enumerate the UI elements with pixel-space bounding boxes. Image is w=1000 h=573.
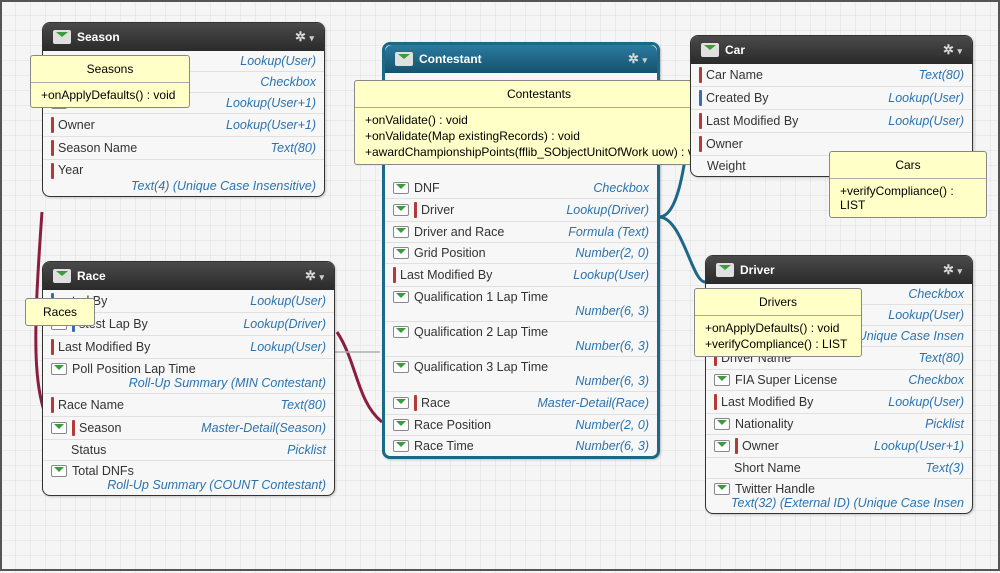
entity-car-title: Car (725, 43, 745, 57)
mail-icon (393, 361, 409, 373)
entity-driver-title: Driver (740, 263, 775, 277)
bar (699, 90, 702, 106)
field-row[interactable]: DNFCheckbox (385, 178, 657, 199)
popup-body: +onValidate() : void +onValidate(Map exi… (355, 108, 723, 164)
entity-icon (701, 43, 719, 57)
popup-cars[interactable]: Cars +verifyCompliance() : LIST (829, 151, 987, 218)
entity-contestant-title: Contestant (419, 52, 482, 66)
field-row[interactable]: Qualification 2 Lap TimeNumber(6, 3) (385, 322, 657, 357)
entity-icon (395, 52, 413, 66)
entity-race-title: Race (77, 269, 106, 283)
mail-icon (393, 440, 409, 452)
required-bar (51, 339, 54, 355)
required-bar (414, 395, 417, 411)
field-row[interactable]: Race NameText(80) (43, 394, 334, 417)
field-row[interactable]: Last Modified ByLookup(User) (706, 391, 972, 414)
field-row[interactable]: FIA Super LicenseCheckbox (706, 370, 972, 391)
mail-icon (51, 422, 67, 434)
required-bar (51, 397, 54, 413)
mail-icon (714, 483, 730, 495)
field-row[interactable]: Short NameText(3) (706, 458, 972, 479)
popup-drivers[interactable]: Drivers +onApplyDefaults() : void +verif… (694, 288, 862, 357)
required-bar (699, 136, 702, 152)
gear-icon[interactable]: ✲ ▾ (295, 29, 314, 45)
field-row[interactable]: Twitter HandleText(32) (External ID) (Un… (706, 479, 972, 513)
required-bar (699, 113, 702, 129)
field-row[interactable]: Total DNFsRoll-Up Summary (COUNT Contest… (43, 461, 334, 495)
popup-body: +onApplyDefaults() : void (31, 83, 189, 107)
popup-cars-title: Cars (830, 152, 986, 179)
mail-icon (393, 291, 409, 303)
field-row[interactable]: Season NameText(80) (43, 137, 324, 160)
field-row[interactable]: Last Modified ByLookup(User) (691, 110, 972, 133)
required-bar (72, 420, 75, 436)
entity-contestant-header[interactable]: Contestant ✲ ▾ (385, 45, 657, 73)
field-row[interactable]: Driver and RaceFormula (Text) (385, 222, 657, 243)
entity-season-title: Season (77, 30, 120, 44)
field-row[interactable]: SeasonMaster-Detail(Season) (43, 417, 334, 440)
field-row[interactable]: NationalityPicklist (706, 414, 972, 435)
entity-icon (716, 263, 734, 277)
popup-drivers-title: Drivers (695, 289, 861, 316)
mail-icon (714, 374, 730, 386)
mail-icon (714, 418, 730, 430)
entity-season-header[interactable]: Season ✲ ▾ (43, 23, 324, 51)
gear-icon[interactable]: ✲ ▾ (943, 42, 962, 58)
popup-races-title: Races (26, 299, 94, 325)
mail-icon (393, 419, 409, 431)
field-row[interactable]: Grid PositionNumber(2, 0) (385, 243, 657, 264)
required-bar (51, 117, 54, 133)
entity-season[interactable]: Season ✲ ▾ Lookup(User) Checkbox Lookup(… (42, 22, 325, 197)
entity-driver-header[interactable]: Driver ✲ ▾ (706, 256, 972, 284)
field-row[interactable]: RaceMaster-Detail(Race) (385, 392, 657, 415)
field-row[interactable]: Last Modified ByLookup(User) (43, 336, 334, 359)
field-row[interactable]: Car NameText(80) (691, 64, 972, 87)
popup-seasons-title: Seasons (31, 56, 189, 83)
mail-icon (393, 326, 409, 338)
entity-race[interactable]: Race ✲ ▾ eated ByLookup(User) stest Lap … (42, 261, 335, 496)
mail-icon (393, 226, 409, 238)
gear-icon[interactable]: ✲ ▾ (943, 262, 962, 278)
field-row[interactable]: Race TimeNumber(6, 3) (385, 436, 657, 456)
mail-icon (393, 397, 409, 409)
required-bar (51, 140, 54, 156)
popup-seasons[interactable]: Seasons +onApplyDefaults() : void (30, 55, 190, 108)
gear-icon[interactable]: ✲ ▾ (305, 268, 324, 284)
field-row[interactable]: OwnerLookup(User+1) (43, 114, 324, 137)
mail-icon (393, 182, 409, 194)
required-bar (414, 202, 417, 218)
required-bar (51, 163, 54, 179)
popup-body: +onApplyDefaults() : void +verifyComplia… (695, 316, 861, 356)
mail-icon (393, 247, 409, 259)
field-row[interactable]: Race PositionNumber(2, 0) (385, 415, 657, 436)
required-bar (699, 67, 702, 83)
field-row[interactable]: Year Text(4) (Unique Case Insensitive) (43, 160, 324, 196)
mail-icon (51, 465, 67, 477)
field-row[interactable]: Qualification 1 Lap TimeNumber(6, 3) (385, 287, 657, 322)
field-row[interactable]: Last Modified ByLookup(User) (385, 264, 657, 287)
entity-icon (53, 30, 71, 44)
field-row[interactable]: Qualification 3 Lap TimeNumber(6, 3) (385, 357, 657, 392)
popup-contestants[interactable]: Contestants +onValidate() : void +onVali… (354, 80, 724, 165)
popup-contestants-title: Contestants (355, 81, 723, 108)
required-bar (714, 394, 717, 410)
gear-icon[interactable]: ✲ ▾ (628, 51, 647, 67)
field-row[interactable]: OwnerLookup(User+1) (706, 435, 972, 458)
field-row[interactable]: StatusPicklist (43, 440, 334, 461)
field-row[interactable]: Poll Position Lap TimeRoll-Up Summary (M… (43, 359, 334, 394)
popup-races[interactable]: Races (25, 298, 95, 326)
mail-icon (714, 440, 730, 452)
field-row[interactable]: DriverLookup(Driver) (385, 199, 657, 222)
required-bar (735, 438, 738, 454)
entity-icon (53, 269, 71, 283)
mail-icon (393, 204, 409, 216)
mail-icon (51, 363, 67, 375)
entity-race-header[interactable]: Race ✲ ▾ (43, 262, 334, 290)
popup-body: +verifyCompliance() : LIST (830, 179, 986, 217)
field-row[interactable]: Created ByLookup(User) (691, 87, 972, 110)
required-bar (393, 267, 396, 283)
entity-car-header[interactable]: Car ✲ ▾ (691, 36, 972, 64)
